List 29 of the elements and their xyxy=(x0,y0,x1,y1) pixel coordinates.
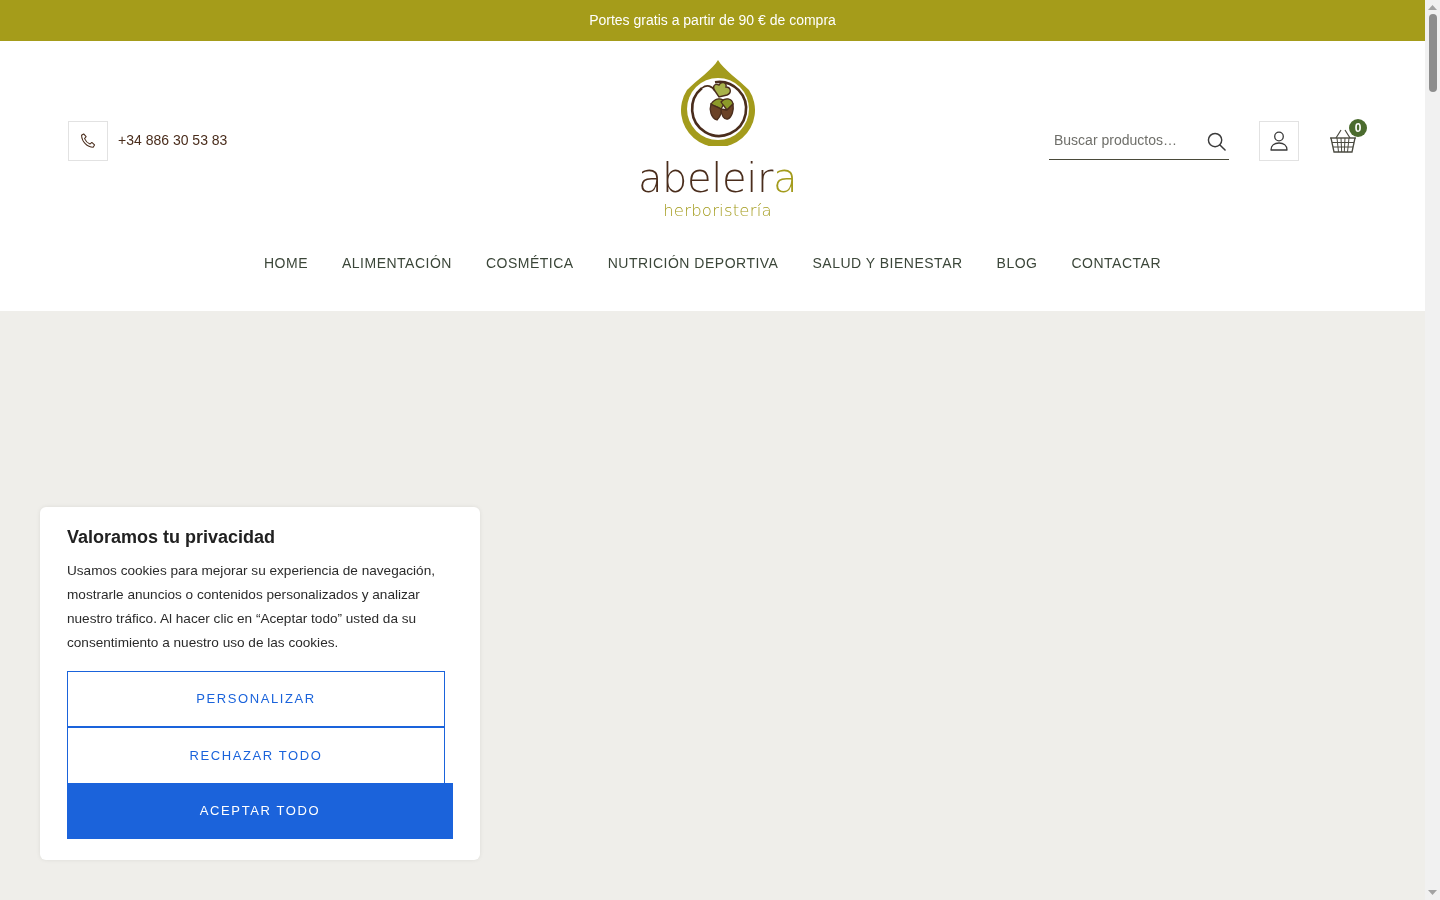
nav-link[interactable]: NUTRICIÓN DEPORTIVA xyxy=(607,255,779,271)
promo-text: Portes gratis a partir de 90 € de compra xyxy=(589,11,836,30)
nav-link[interactable]: CONTACTAR xyxy=(1071,255,1162,271)
scrollbar-thumb[interactable] xyxy=(1428,14,1437,92)
nav-link[interactable]: BLOG xyxy=(996,255,1038,271)
logo-tagline: herboristería xyxy=(663,201,772,221)
logo-wordmark: abeleira xyxy=(637,160,798,196)
cookie-description: Usamos cookies para mejorar su experiencia de navegación, mostrarle anuncios o contenidos personalizados y analizar nuestro tráfico. Al hacer clic en “Aceptar todo” usted da su consentimiento a nuestro uso de las cookies. xyxy=(67,562,436,652)
search-field[interactable]: Buscar productos… xyxy=(1049,121,1229,160)
scrollbar[interactable] xyxy=(1425,0,1440,900)
phone-number-link[interactable]: +34 886 30 53 83 xyxy=(118,130,228,151)
basket-icon[interactable] xyxy=(1329,128,1357,153)
cookie-button[interactable]: RECHAZAR TODO xyxy=(67,727,445,783)
user-icon xyxy=(1270,130,1288,151)
nav-link[interactable]: ALIMENTACIÓN xyxy=(341,255,452,271)
cookie-button[interactable]: PERSONALIZAR xyxy=(67,671,445,727)
search-icon[interactable] xyxy=(1207,131,1226,151)
phone-icon xyxy=(79,131,97,150)
cart-count-badge: 0 xyxy=(1349,118,1367,137)
hazelnut-drop-icon xyxy=(680,60,755,146)
phone-button[interactable] xyxy=(68,120,108,161)
cookie-button[interactable]: ACEPTAR TODO xyxy=(67,783,453,839)
account-button[interactable] xyxy=(1259,120,1299,161)
nav-link[interactable]: SALUD Y BIENESTAR xyxy=(812,255,963,271)
nav-link[interactable]: COSMÉTICA xyxy=(485,255,574,271)
nav-link[interactable]: HOME xyxy=(263,255,308,271)
scroll-up-arrow-icon[interactable] xyxy=(1428,5,1437,10)
scroll-down-arrow-icon[interactable] xyxy=(1428,890,1437,895)
cookie-title: Valoramos tu privacidad xyxy=(67,526,277,549)
